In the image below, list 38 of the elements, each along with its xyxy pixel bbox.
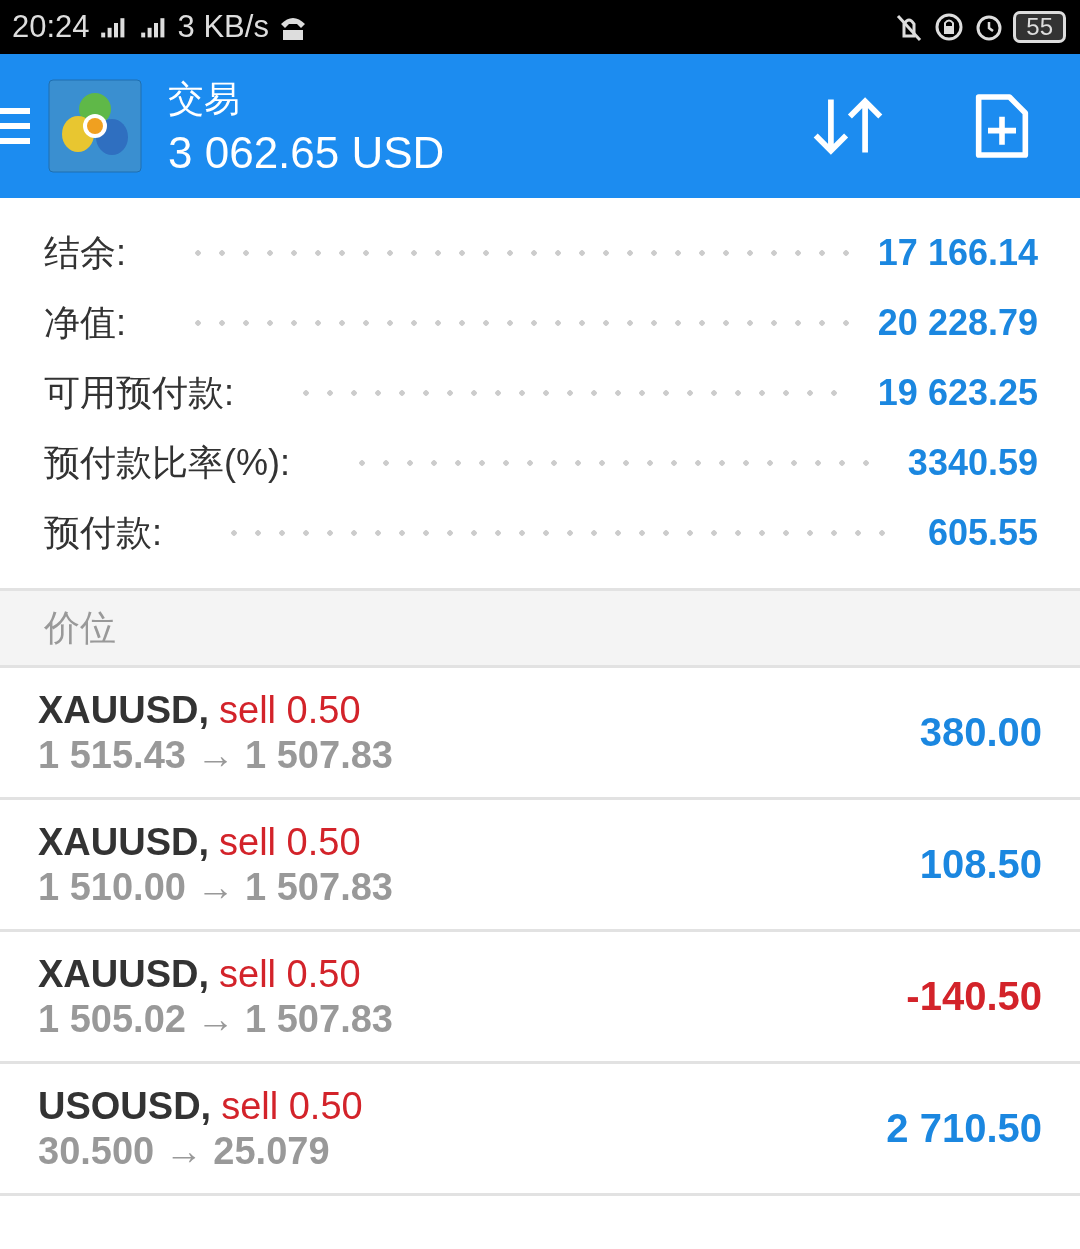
- profit-value: 108.50: [919, 842, 1042, 887]
- summary-label: 预付款:: [44, 510, 162, 555]
- screen-title: 交易: [168, 76, 241, 121]
- summary-value: 605.55: [927, 512, 1038, 554]
- position-row[interactable]: XAUUSD, sell 0.50 1 515.43 → 1 507.83 380.00: [0, 668, 1080, 800]
- order-type: sell 0.50: [219, 688, 361, 732]
- profit-value: 2 710.50: [886, 1106, 1042, 1151]
- summary-label: 可用预付款:: [44, 370, 234, 415]
- summary-value: 3340.59: [907, 442, 1038, 484]
- section-title: 价位: [44, 605, 116, 650]
- order-type: sell 0.50: [221, 1084, 363, 1128]
- summary-label: 预付款比率(%):: [44, 440, 290, 485]
- symbol-name: XAUUSD,: [38, 688, 210, 732]
- app-logo-icon: [48, 79, 142, 173]
- price-change: 30.500 → 25.079: [38, 1129, 331, 1173]
- summary-value: 20 228.79: [877, 302, 1038, 344]
- summary-label: 净值:: [44, 300, 126, 345]
- summary-label: 结余:: [44, 230, 126, 275]
- symbol-name: USOUSD,: [38, 1084, 212, 1128]
- battery-indicator: 55: [1013, 11, 1066, 43]
- profit-value: 380.00: [919, 710, 1042, 755]
- clock-time: 20:24: [12, 9, 90, 45]
- balance-amount: 3 062.65 USD: [168, 127, 446, 178]
- order-type: sell 0.50: [219, 952, 361, 996]
- price-change: 1 505.02 → 1 507.83: [38, 997, 393, 1041]
- summary-value: 17 166.14: [877, 232, 1038, 274]
- order-type: sell 0.50: [219, 820, 361, 864]
- price-change: 1 510.00 → 1 507.83: [38, 865, 393, 909]
- price-change: 1 515.43 → 1 507.83: [38, 733, 393, 777]
- symbol-name: XAUUSD,: [38, 952, 210, 996]
- new-order-icon[interactable]: [974, 91, 1030, 161]
- network-speed: 3 KB/s: [177, 9, 269, 45]
- position-row[interactable]: USOUSD, sell 0.50 30.500 → 25.079 2 710.50: [0, 1064, 1080, 1196]
- position-row[interactable]: XAUUSD, sell 0.50 1 510.00 → 1 507.83 108.50: [0, 800, 1080, 932]
- profit-value: -140.50: [906, 974, 1042, 1019]
- symbol-name: XAUUSD,: [38, 820, 210, 864]
- position-row[interactable]: XAUUSD, sell 0.50 1 505.02 → 1 507.83 -140.50: [0, 932, 1080, 1064]
- summary-value: 19 623.25: [877, 372, 1038, 414]
